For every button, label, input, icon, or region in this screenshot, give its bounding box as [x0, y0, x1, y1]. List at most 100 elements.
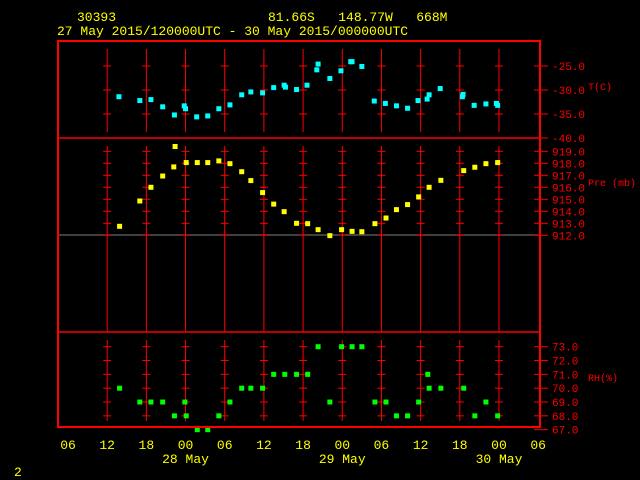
- relative-humidity-point: [148, 399, 154, 405]
- temperature-point: [160, 104, 166, 110]
- pressure-point: [483, 161, 489, 167]
- temperature-point: [171, 112, 177, 118]
- pressure-point: [172, 144, 178, 149]
- relative-humidity-point: [405, 413, 411, 419]
- y-tick-label: 919.0: [552, 147, 585, 159]
- pressure-point: [117, 223, 123, 229]
- x-tick-label: 00: [491, 438, 507, 453]
- temperature-point: [282, 84, 288, 90]
- x-tick-label: 12: [256, 438, 272, 453]
- relative-humidity-point: [248, 385, 254, 391]
- x-date-label: 30 May: [476, 452, 523, 467]
- y-tick-label: 67.0: [552, 426, 578, 438]
- relative-humidity-point: [461, 385, 467, 391]
- temperature-point: [116, 94, 122, 100]
- pressure-point: [194, 160, 200, 166]
- y-tick-label: -40.0: [552, 134, 585, 146]
- x-tick-label: 06: [217, 438, 233, 453]
- pressure-point: [495, 160, 501, 166]
- y-tick-label: 913.0: [552, 219, 585, 231]
- pressure-point: [426, 184, 432, 190]
- temperature-point: [294, 87, 300, 93]
- relative-humidity-point: [426, 385, 432, 391]
- relative-humidity-point: [315, 344, 321, 350]
- x-tick-label: 00: [334, 438, 350, 453]
- pressure-point: [294, 220, 300, 226]
- temperature-point: [359, 63, 365, 69]
- x-tick-label: 06: [530, 438, 546, 453]
- x-tick-label: 12: [413, 438, 429, 453]
- y-tick-label: 72.0: [552, 357, 578, 369]
- pressure-point: [239, 169, 245, 175]
- relative-humidity-point: [349, 344, 355, 350]
- temperature-point: [327, 75, 333, 81]
- y-tick-label: 917.0: [552, 171, 585, 183]
- pressure-point: [227, 161, 233, 167]
- temperature-point: [424, 96, 430, 102]
- pressure-point: [260, 190, 266, 196]
- temperature-point: [483, 101, 489, 107]
- y-tick-label: -35.0: [552, 110, 585, 122]
- temperature-point: [271, 85, 277, 91]
- pressure-point: [271, 201, 277, 207]
- relative-humidity-point: [438, 385, 444, 391]
- relative-humidity-point: [339, 344, 345, 350]
- relative-humidity-point: [183, 413, 189, 419]
- temperature-point: [415, 98, 421, 104]
- temperature-point: [137, 98, 143, 104]
- relative-humidity-point: [282, 371, 288, 377]
- relative-humidity-point: [239, 385, 245, 391]
- temperature-point: [239, 92, 245, 98]
- y-tick-label: 69.0: [552, 398, 578, 410]
- pressure-point: [383, 215, 389, 221]
- relative-humidity-point: [305, 371, 311, 377]
- x-tick-label: 00: [178, 438, 194, 453]
- x-tick-label: 06: [374, 438, 390, 453]
- temperature-point: [437, 86, 443, 92]
- pressure-point: [349, 228, 355, 234]
- y-tick-label: 915.0: [552, 195, 585, 207]
- y-tick-label: -30.0: [552, 86, 585, 98]
- relative-humidity-point: [216, 413, 222, 419]
- pressure-point: [216, 158, 222, 164]
- relative-humidity-point: [416, 399, 422, 405]
- temperature-point: [426, 92, 432, 98]
- y-axis-label: T(C): [588, 82, 612, 94]
- relative-humidity-point: [271, 371, 277, 377]
- temperature-point: [338, 68, 344, 74]
- relative-humidity-point: [495, 413, 501, 419]
- plot-frame: [57, 40, 541, 428]
- temperature-point: [194, 114, 200, 120]
- temperature-point: [459, 94, 465, 100]
- pressure-point: [171, 164, 177, 170]
- temperature-point: [304, 82, 310, 88]
- temperature-point: [495, 102, 501, 108]
- pressure-point: [137, 198, 143, 204]
- relative-humidity-point: [117, 385, 123, 391]
- temperature-point: [216, 106, 222, 112]
- pressure-point: [339, 227, 345, 233]
- y-tick-label: 916.0: [552, 183, 585, 195]
- pressure-point: [416, 194, 422, 200]
- relative-humidity-point: [383, 399, 389, 405]
- x-tick-label: 18: [139, 438, 155, 453]
- temperature-point: [371, 98, 377, 104]
- relative-humidity-point: [483, 399, 489, 405]
- x-tick-label: 06: [60, 438, 76, 453]
- relative-humidity-point: [472, 413, 478, 419]
- relative-humidity-point: [294, 371, 300, 377]
- y-tick-label: 70.0: [552, 384, 578, 396]
- temperature-point: [227, 102, 233, 108]
- y-tick-label: 71.0: [552, 370, 578, 382]
- pressure-point: [372, 221, 378, 227]
- y-axis-label: RH(%): [588, 373, 618, 385]
- temperature-point: [183, 106, 189, 112]
- relative-humidity-point: [425, 371, 431, 377]
- relative-humidity-point: [160, 399, 166, 405]
- relative-humidity-point: [182, 399, 188, 405]
- temperature-point: [315, 61, 321, 67]
- temperature-point: [393, 103, 399, 109]
- y-tick-label: 914.0: [552, 207, 585, 219]
- y-axis-label: Pre (mb): [588, 178, 636, 190]
- pressure-point: [315, 227, 321, 233]
